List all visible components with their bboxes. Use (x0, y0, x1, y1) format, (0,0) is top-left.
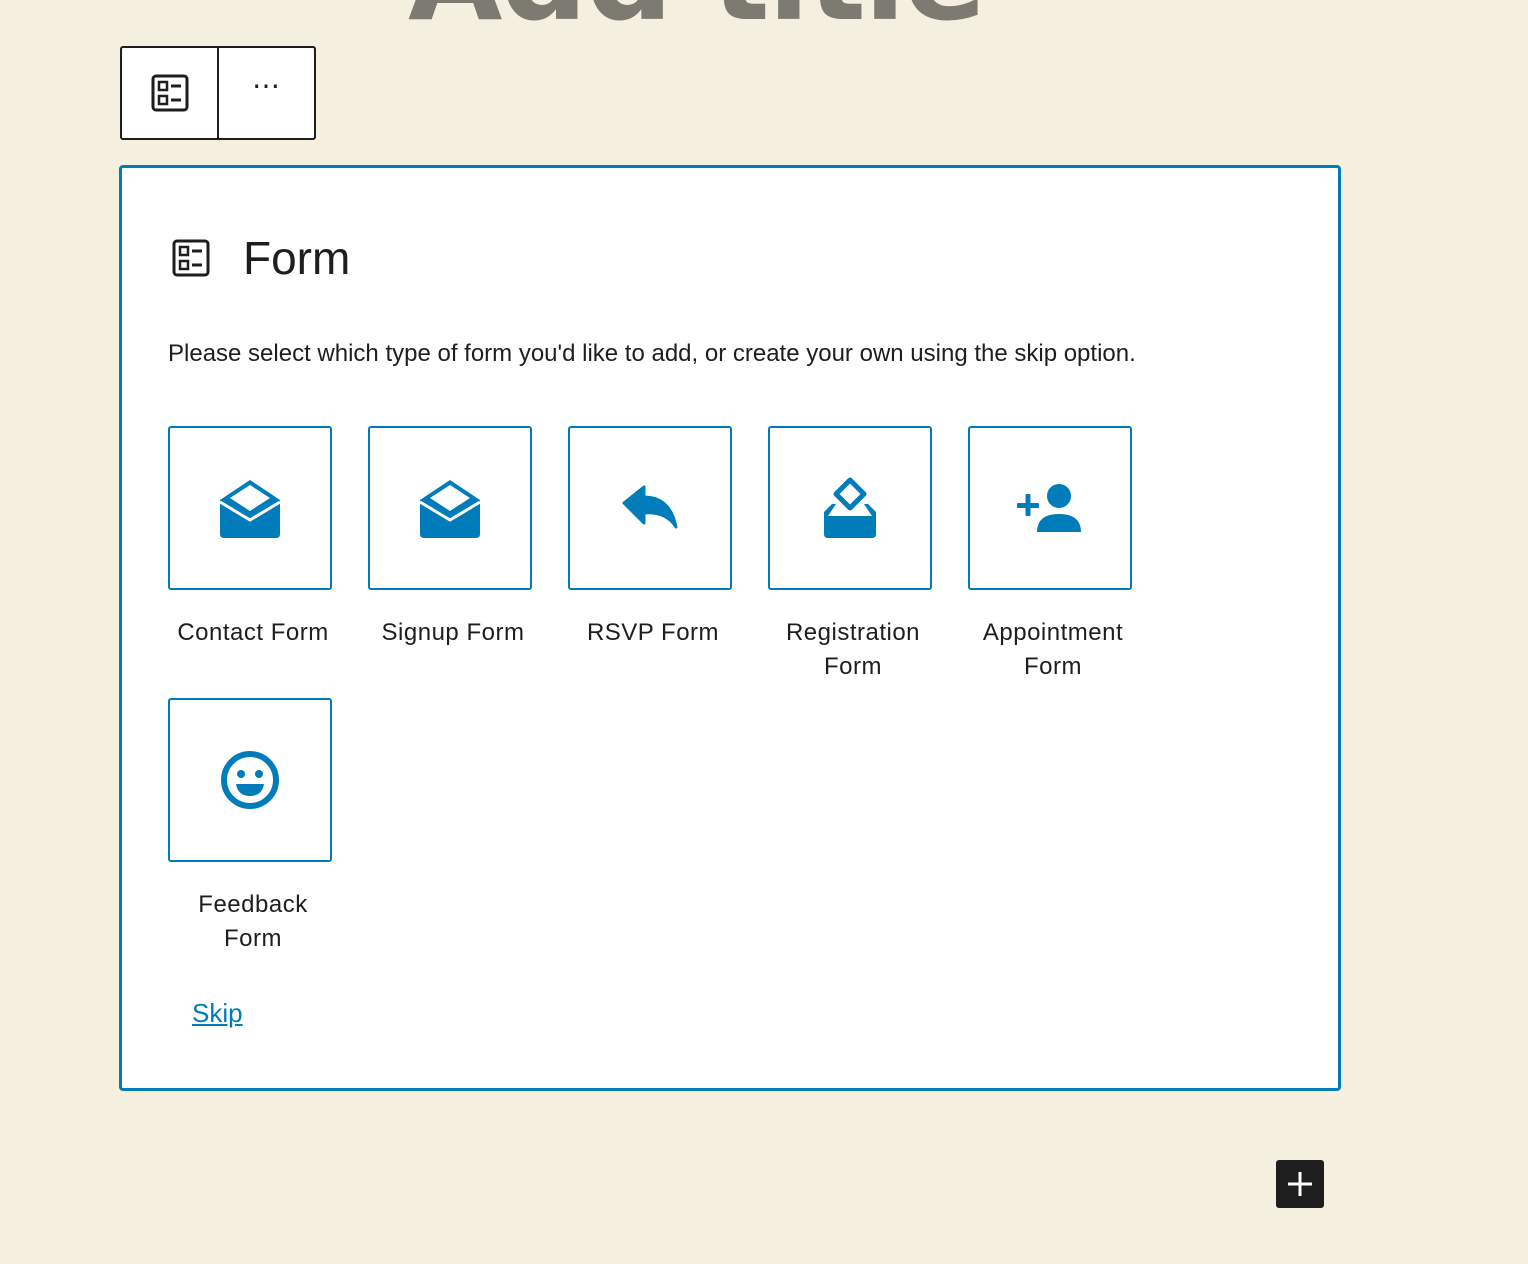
envelope-open-icon (419, 480, 481, 538)
reply-arrow-icon (622, 485, 678, 529)
smiley-face-icon (221, 751, 279, 809)
variation-button[interactable] (368, 426, 532, 590)
add-person-icon (1017, 484, 1081, 532)
variation-contact-form[interactable]: Contact Form (168, 426, 368, 650)
block-toolbar: ⋯ (120, 46, 316, 140)
plus-icon (1288, 1172, 1312, 1196)
variation-label: Signup Form (381, 619, 525, 646)
block-instructions: Please select which type of form you'd l… (168, 340, 1136, 367)
variation-label: RSVP Form (586, 619, 720, 646)
variation-registration-form[interactable]: Registration Form (768, 426, 968, 684)
block-header: Form (172, 230, 350, 286)
variation-button[interactable] (568, 426, 732, 590)
variation-appointment-form[interactable]: Appointment Form (968, 426, 1168, 684)
variation-button[interactable] (168, 698, 332, 862)
skip-link[interactable]: Skip (192, 998, 243, 1029)
more-options-button[interactable]: ⋯ (217, 48, 314, 138)
block-type-button[interactable] (122, 48, 217, 138)
variation-button[interactable] (968, 426, 1132, 590)
variation-label: Contact Form (177, 619, 329, 646)
variation-label: Appointment Form (982, 619, 1124, 680)
form-block-icon (172, 239, 210, 277)
variation-label: Feedback Form (198, 891, 308, 952)
form-block-placeholder: Form Please select which type of form yo… (119, 165, 1341, 1091)
envelope-open-icon (219, 480, 281, 538)
variation-signup-form[interactable]: Signup Form (368, 426, 568, 650)
more-options-icon: ⋯ (252, 70, 281, 101)
variation-button[interactable] (768, 426, 932, 590)
block-title: Form (243, 232, 351, 284)
block-inserter-button[interactable] (1276, 1160, 1324, 1208)
post-title[interactable]: Add title (408, 0, 987, 38)
variation-feedback-form[interactable]: Feedback Form (168, 698, 368, 956)
ballot-box-icon (824, 477, 876, 538)
variation-label: Registration Form (785, 619, 921, 680)
form-block-icon (151, 74, 188, 112)
variation-rsvp-form[interactable]: RSVP Form (568, 426, 768, 650)
variation-button[interactable] (168, 426, 332, 590)
